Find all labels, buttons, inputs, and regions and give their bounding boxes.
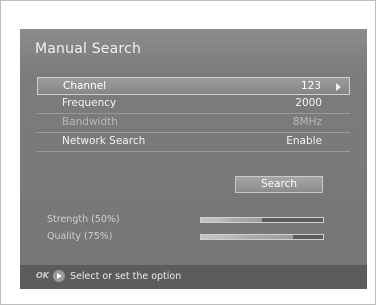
strength-label: Strength (50%) bbox=[47, 214, 120, 225]
page-title: Manual Search bbox=[35, 41, 142, 57]
search-button[interactable]: Search bbox=[235, 176, 323, 193]
help-hint: Select or set the option bbox=[70, 271, 182, 282]
frequency-label: Frequency bbox=[62, 97, 117, 109]
strength-meter bbox=[200, 217, 324, 223]
channel-row[interactable]: Channel 123 bbox=[37, 77, 350, 95]
chevron-right-icon[interactable] bbox=[336, 83, 341, 91]
network-search-row[interactable]: Network Search Enable bbox=[37, 133, 350, 151]
strength-meter-fill bbox=[201, 218, 262, 222]
bandwidth-row: Bandwidth 8MHz bbox=[37, 114, 350, 132]
screenshot-frame: Manual Search Channel 123 Frequency 2000… bbox=[0, 0, 376, 305]
network-search-value: Enable bbox=[286, 135, 322, 147]
channel-value: 123 bbox=[300, 80, 321, 92]
row-divider bbox=[37, 151, 350, 152]
ok-key-icon: OK bbox=[36, 271, 49, 280]
frequency-row[interactable]: Frequency 2000 bbox=[37, 95, 350, 113]
footer-help-bar: OK Select or set the option bbox=[20, 265, 367, 289]
bandwidth-label: Bandwidth bbox=[62, 116, 118, 128]
bandwidth-value: 8MHz bbox=[292, 116, 322, 128]
network-search-label: Network Search bbox=[62, 135, 146, 147]
frequency-value: 2000 bbox=[295, 97, 322, 109]
quality-meter-fill bbox=[201, 235, 293, 239]
manual-search-screen: Manual Search Channel 123 Frequency 2000… bbox=[20, 29, 367, 289]
quality-label: Quality (75%) bbox=[47, 231, 113, 242]
play-icon bbox=[53, 270, 65, 282]
channel-label: Channel bbox=[63, 80, 107, 92]
quality-meter bbox=[200, 234, 324, 240]
header-bar: Manual Search bbox=[20, 29, 367, 65]
